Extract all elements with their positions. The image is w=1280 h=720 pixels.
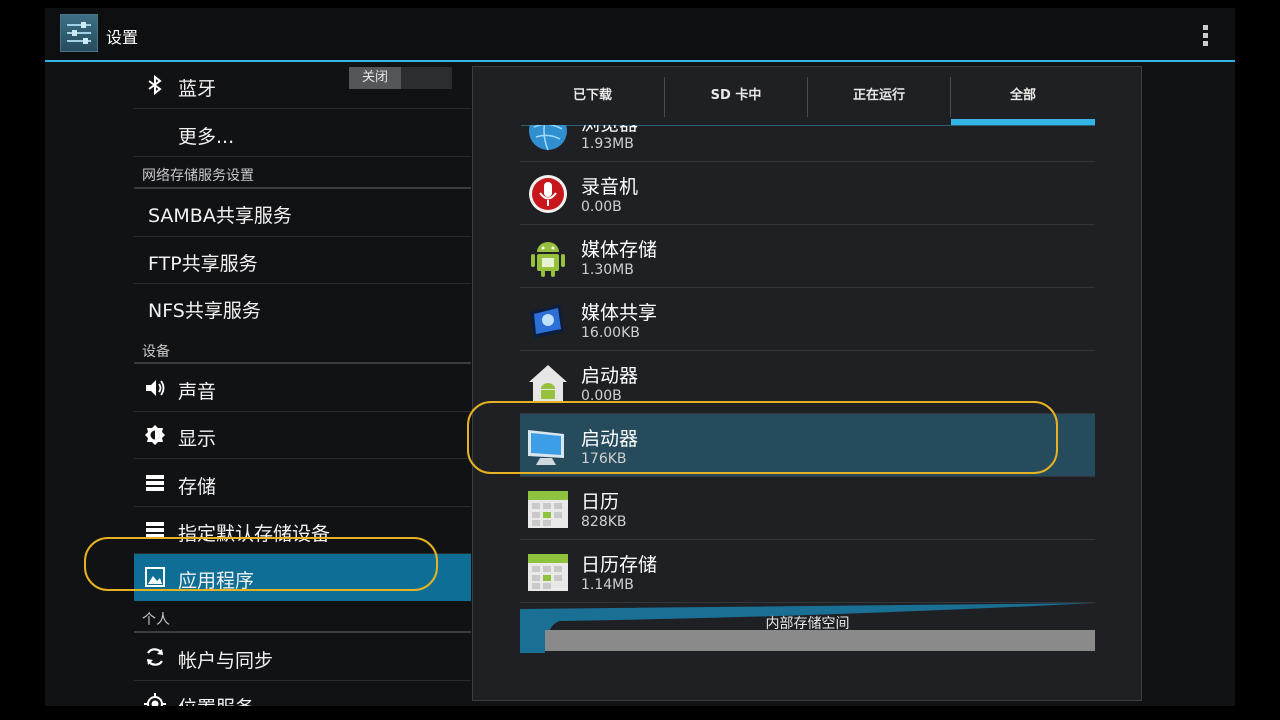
storage-usage-bar [545, 630, 1095, 651]
menu-item-nfs[interactable]: NFS共享服务 [134, 284, 471, 331]
app-list-item[interactable]: 浏览器 1.93MB [520, 125, 1095, 162]
app-filter-tabs: 已下载 SD 卡中 正在运行 全部 [521, 67, 1095, 126]
menu-item-display[interactable]: 显示 [134, 412, 471, 459]
tab-running[interactable]: 正在运行 [808, 67, 950, 125]
highlight-outline [467, 401, 1058, 474]
app-list-item[interactable]: 媒体存储 1.30MB [520, 225, 1095, 288]
menu-item-more[interactable]: 更多... [134, 109, 471, 157]
android-home-icon [529, 365, 567, 401]
settings-icon[interactable] [60, 14, 98, 52]
browser-globe-icon [529, 125, 567, 151]
page-title: 设置 [106, 28, 139, 47]
storage-summary: 内部存储空间 [520, 603, 1095, 653]
calendar-icon [528, 554, 568, 591]
menu-item-sound[interactable]: 声音 [134, 364, 471, 412]
overflow-menu-icon[interactable] [1195, 21, 1215, 49]
storage-label: 内部存储空间 [765, 616, 850, 632]
speaker-icon [146, 380, 165, 396]
section-header-network: 网络存储服务设置 [134, 157, 471, 189]
tab-all[interactable]: 全部 [951, 67, 1095, 125]
brightness-icon [145, 425, 165, 445]
section-header-device: 设备 [134, 331, 471, 364]
settings-menu: 蓝牙 关闭 更多... 网络存储服务设置 SAMBA共享服务 FTP共享服务 N… [45, 62, 472, 706]
menu-item-location[interactable]: 位置服务 [134, 681, 471, 706]
app-list-item[interactable]: 日历 828KB [520, 477, 1095, 540]
highlight-outline [84, 537, 438, 591]
bluetooth-icon [148, 74, 162, 96]
section-header-personal: 个人 [134, 601, 471, 633]
menu-item-accounts[interactable]: 帐户与同步 [134, 633, 471, 681]
apps-panel: 已下载 SD 卡中 正在运行 全部 浏览器 1.93MB 录音机 0.00B [472, 66, 1142, 701]
calendar-icon [528, 491, 568, 528]
storage-icon [146, 475, 164, 491]
app-list[interactable]: 浏览器 1.93MB 录音机 0.00B 媒体存储 1.30MB 媒体共享 16… [520, 125, 1095, 603]
app-list-item[interactable]: 录音机 0.00B [520, 162, 1095, 225]
tab-sd-card[interactable]: SD 卡中 [665, 67, 807, 125]
tab-downloaded[interactable]: 已下载 [521, 67, 664, 125]
microphone-icon [529, 175, 567, 213]
menu-item-storage[interactable]: 存储 [134, 459, 471, 507]
location-icon [144, 693, 166, 706]
settings-screen: 设置 蓝牙 关闭 更多... 网络存储服务设置 SAMBA共享服务 FTP共享服… [45, 8, 1235, 706]
media-share-icon [530, 304, 564, 338]
action-bar: 设置 [45, 8, 1235, 62]
toggle-off-label: 关闭 [349, 67, 401, 89]
app-list-item[interactable]: 媒体共享 16.00KB [520, 288, 1095, 351]
menu-item-samba[interactable]: SAMBA共享服务 [134, 189, 471, 237]
bluetooth-toggle[interactable]: 关闭 [349, 67, 452, 89]
menu-item-bluetooth[interactable]: 蓝牙 关闭 [134, 62, 471, 109]
menu-item-ftp[interactable]: FTP共享服务 [134, 237, 471, 284]
sync-icon [147, 648, 163, 666]
android-robot-icon [531, 242, 565, 277]
app-list-item[interactable]: 日历存储 1.14MB [520, 540, 1095, 603]
